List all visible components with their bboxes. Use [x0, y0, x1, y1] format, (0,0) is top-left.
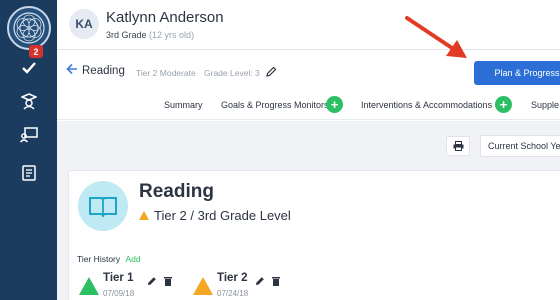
- section-tabs: Summary Goals & Progress Monitors + Inte…: [57, 92, 560, 120]
- edit-pencil-icon[interactable]: [266, 64, 277, 82]
- trash-icon[interactable]: [164, 273, 172, 291]
- reading-book-icon: [78, 181, 128, 231]
- tab-interventions[interactable]: Interventions & Accommodations: [361, 100, 492, 110]
- sidebar-item-classroom[interactable]: [0, 117, 57, 153]
- student-header: KA Katlynn Anderson 3rd Grade (12 yrs ol…: [57, 0, 560, 50]
- sidebar-item-students[interactable]: [0, 83, 57, 119]
- graduation-icon: [20, 92, 37, 110]
- tier-history-add-link[interactable]: Add: [126, 254, 141, 264]
- printer-icon: [453, 141, 463, 151]
- tab-summary[interactable]: Summary: [164, 100, 203, 110]
- school-year-select[interactable]: Current School Year: [480, 135, 560, 157]
- edit-pencil-icon[interactable]: [255, 273, 265, 291]
- tab-goals-progress[interactable]: Goals & Progress Monitors: [221, 100, 329, 110]
- card-tier-line: Tier 2 / 3rd Grade Level: [139, 208, 291, 223]
- tier-meta: Tier 2 Moderate: [136, 68, 196, 78]
- edit-pencil-icon[interactable]: [147, 273, 157, 291]
- tier-name: Tier 2: [217, 272, 248, 284]
- card-subject-title: Reading: [139, 181, 214, 202]
- tier-history-label: Tier History Add: [77, 254, 141, 264]
- sidebar-item-tasks[interactable]: 2: [0, 45, 57, 86]
- notification-badge: 2: [29, 45, 43, 58]
- tab-supplemental[interactable]: Supple: [531, 100, 559, 110]
- grade-level-meta: Grade Level: 3: [204, 68, 260, 78]
- tier-name: Tier 1: [103, 272, 134, 284]
- sidebar: 2: [0, 0, 57, 300]
- tier-history-text: Tier History: [77, 254, 121, 264]
- student-grade: 3rd Grade: [106, 30, 147, 40]
- tier-date: 07/09/18: [103, 289, 135, 298]
- add-intervention-plus-icon[interactable]: +: [495, 96, 512, 113]
- plan-progress-button[interactable]: Plan & Progress: [474, 61, 560, 85]
- app-logo[interactable]: [7, 6, 51, 50]
- card-tier-text: Tier 2 / 3rd Grade Level: [154, 208, 291, 223]
- annotation-arrow-icon: [405, 16, 467, 58]
- sidebar-item-resources[interactable]: [0, 155, 57, 191]
- tier-triangle-icon: [139, 211, 149, 220]
- add-goal-plus-icon[interactable]: +: [326, 96, 343, 113]
- check-icon: [21, 62, 36, 74]
- trash-icon[interactable]: [272, 273, 280, 291]
- subject-card: Reading Tier 2 / 3rd Grade Level Tier Hi…: [68, 170, 560, 300]
- tier-orange-triangle-icon: [193, 277, 213, 295]
- back-arrow-icon[interactable]: [66, 63, 78, 78]
- student-age: (12 yrs old): [149, 30, 195, 40]
- plan-subheader: Reading Tier 2 Moderate Grade Level: 3 P…: [57, 50, 560, 92]
- tier-green-triangle-icon: [79, 277, 99, 295]
- logo-mandala-icon: [13, 12, 45, 44]
- student-grade-line: 3rd Grade (12 yrs old): [106, 30, 194, 40]
- book-icon: [21, 165, 36, 181]
- tier-date: 07/24/18: [217, 289, 249, 298]
- student-name: Katlynn Anderson: [106, 9, 224, 26]
- print-button[interactable]: [446, 136, 470, 156]
- avatar[interactable]: KA: [69, 9, 99, 39]
- subject-title: Reading: [82, 65, 125, 77]
- teacher-board-icon: [19, 127, 38, 143]
